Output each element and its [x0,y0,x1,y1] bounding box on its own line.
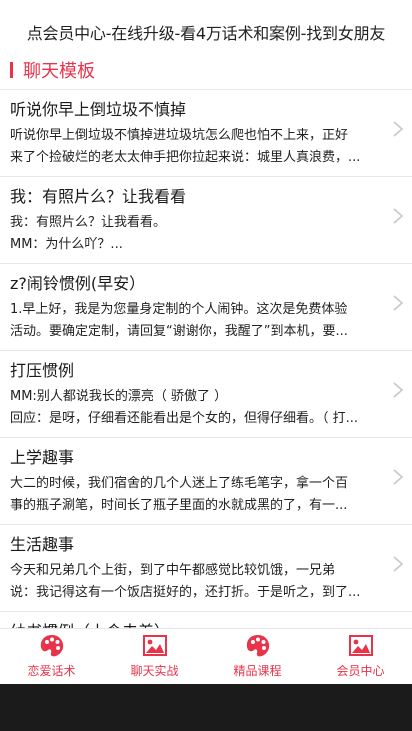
list-item-summary: 今天和兄弟几个上街，到了中午都感觉比较饥饿，一兄弟 说：我记得这有一个饭店挺好的… [10,560,384,604]
list-item-summary: 听说你早上倒垃圾不慎掉进垃圾坑怎么爬也怕不上来，正好 来了个捡破烂的老太太伸手把… [10,125,384,169]
list-item-summary: 大二的时候，我们宿舍的几个人迷上了练毛笔字，拿一个百 事的瓶子涮笔，时间长了瓶子… [10,473,384,517]
palette-icon [40,635,63,657]
list-item-title: 我：有照片么？让我看看 [10,187,187,206]
app-screen: 点会员中心-在线升级-看4万话术和案例-找到女朋友 聊天模板 听说你早上倒垃圾不… [0,0,412,684]
section-header: 聊天模板 [0,50,412,90]
promo-banner[interactable]: 点会员中心-在线升级-看4万话术和案例-找到女朋友 [0,0,412,50]
tab-member-center[interactable]: 会员中心 [309,629,412,684]
list-item-title: z?闹铃惯例(早安） [10,274,146,293]
tab-label: 会员中心 [336,664,385,678]
list-item[interactable]: 打压惯例 MM:别人都说我长的漂亮（ 骄傲了 ） 回应：是呀，仔细看还能看出是个… [0,351,412,438]
summary-line: 听说你早上倒垃圾不慎掉进垃圾坑怎么爬也怕不上来，正好 [10,128,349,143]
list-item-summary: 1.早上好，我是为您量身定制的个人闹钟。这次是免费体验 活动。要确定定制，请回复… [10,299,384,343]
tab-chat-practice[interactable]: 聊天实战 [103,629,206,684]
list-item[interactable]: 上学趣事 大二的时候，我们宿舍的几个人迷上了练毛笔字，拿一个百 事的瓶子涮笔，时… [0,438,412,525]
tab-label: 精品课程 [233,664,282,678]
list-item-title: 上学趣事 [10,448,75,467]
tab-premium-courses[interactable]: 精品课程 [206,629,309,684]
list-item[interactable]: 生活趣事 今天和兄弟几个上街，到了中午都感觉比较饥饿，一兄弟 说：我记得这有一个… [0,525,412,612]
image-icon [142,635,167,656]
summary-line: 活动。要确定定制，请回复“谢谢你，我醒了”到本机，要... [10,324,348,339]
summary-line: 来了个捡破烂的老太太伸手把你拉起来说：城里人真浪费，... [10,150,361,165]
template-list: 听说你早上倒垃圾不慎掉 听说你早上倒垃圾不慎掉进垃圾坑怎么爬也怕不上来，正好 来… [0,90,412,684]
summary-line: 回应：是呀，仔细看还能看出是个女的，但得仔细看。（ 打... [10,411,359,426]
tab-love-scripts[interactable]: 恋爱话术 [0,629,103,684]
list-item-title: 听说你早上倒垃圾不慎掉 [10,100,187,119]
list-item[interactable]: 我：有照片么？让我看看 我：有照片么？让我看看。 MM：为什么吖？... [0,177,412,264]
list-item-summary: 我：有照片么？让我看看。 MM：为什么吖？... [10,212,384,256]
list-item-summary: MM:别人都说我长的漂亮（ 骄傲了 ） 回应：是呀，仔细看还能看出是个女的，但得… [10,386,384,430]
tab-label: 恋爱话术 [27,664,76,678]
list-item[interactable]: 听说你早上倒垃圾不慎掉 听说你早上倒垃圾不慎掉进垃圾坑怎么爬也怕不上来，正好 来… [0,90,412,177]
summary-line: MM:别人都说我长的漂亮（ 骄傲了 ） [10,389,228,404]
tab-label: 聊天实战 [130,664,179,678]
section-title: 聊天模板 [23,60,95,82]
list-item-title: 生活趣事 [10,535,75,554]
chevron-right-icon [393,556,404,572]
chevron-right-icon [393,469,404,485]
chevron-right-icon [393,208,404,224]
bottom-tab-bar: 恋爱话术 聊天实战 精品课程 会员中心 [0,628,412,684]
summary-line: MM：为什么吖？... [10,237,123,252]
summary-line: 1.早上好，我是为您量身定制的个人闹钟。这次是免费体验 [10,302,348,317]
chevron-right-icon [393,121,404,137]
chevron-right-icon [393,382,404,398]
chevron-right-icon [393,295,404,311]
summary-line: 我：有照片么？让我看看。 [10,215,167,230]
summary-line: 大二的时候，我们宿舍的几个人迷上了练毛笔字，拿一个百 [10,476,349,491]
palette-icon [246,635,269,657]
summary-line: 事的瓶子涮笔，时间长了瓶子里面的水就成黑的了，有一... [10,498,348,513]
list-item-title: 打压惯例 [10,361,75,380]
list-item[interactable]: z?闹铃惯例(早安） 1.早上好，我是为您量身定制的个人闹钟。这次是免费体验 活… [0,264,412,351]
section-accent-bar [10,61,13,78]
image-icon [348,635,373,656]
summary-line: 说：我记得这有一个饭店挺好的，还打折。于是听之，到了... [10,585,361,600]
promo-banner-text: 点会员中心-在线升级-看4万话术和案例-找到女朋友 [26,24,386,43]
summary-line: 今天和兄弟几个上街，到了中午都感觉比较饥饿，一兄弟 [10,563,336,578]
